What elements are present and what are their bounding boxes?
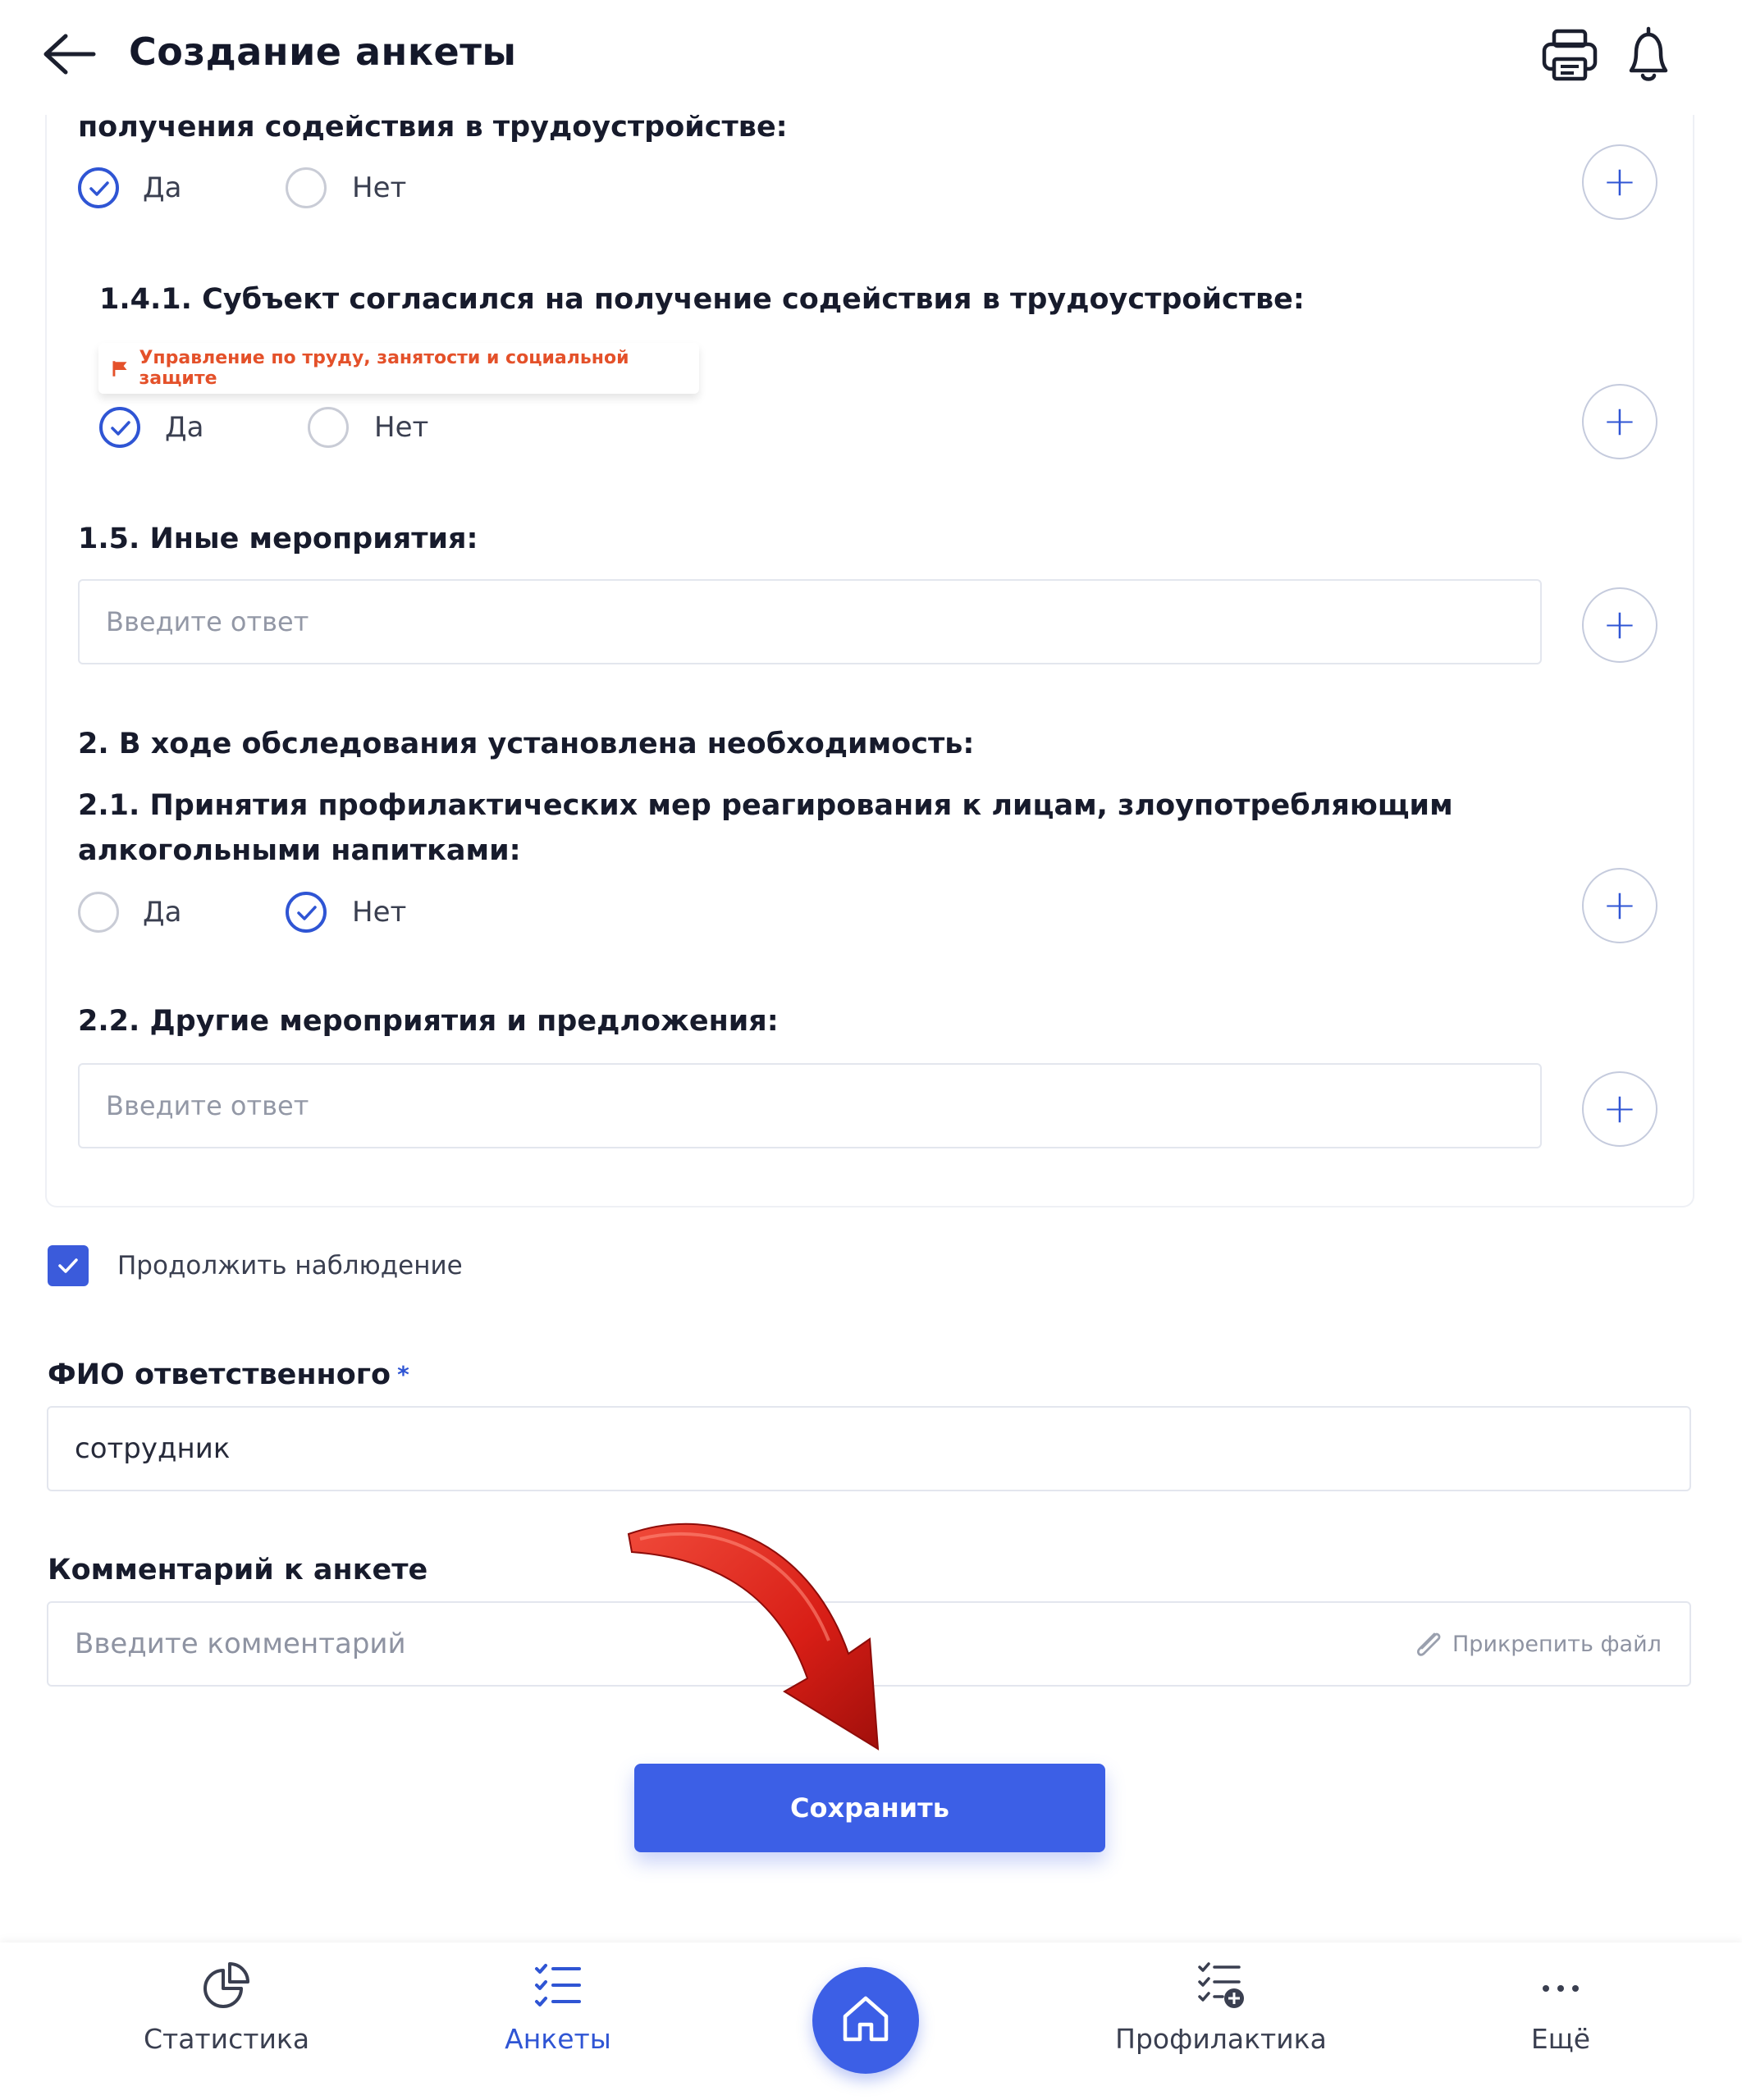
attach-file-label: Прикрепить файл: [1452, 1631, 1662, 1657]
radio-1-4-1-no[interactable]: [308, 407, 349, 448]
question-1-4-1-label: 1.4.1. Субъект согласился на получение с…: [99, 283, 1305, 316]
attach-file-button[interactable]: Прикрепить файл: [1410, 1619, 1662, 1669]
add-button-2-1[interactable]: +: [1582, 868, 1657, 943]
department-tag: Управление по труду, занятости и социаль…: [98, 343, 699, 394]
continue-observation-label: Продолжить наблюдение: [117, 1251, 463, 1281]
nav-label-statistics: Статистика: [143, 2023, 310, 2055]
save-button[interactable]: Сохранить: [634, 1764, 1105, 1852]
radio-1-4-yes[interactable]: [78, 167, 119, 208]
radio-1-4-no[interactable]: [286, 167, 327, 208]
flag-icon: [112, 361, 127, 377]
home-button[interactable]: [812, 1967, 919, 2074]
bell-icon[interactable]: [1618, 25, 1679, 85]
home-icon: [843, 1996, 889, 2042]
page-title: Создание анкеты: [129, 30, 517, 74]
nav-label-questionnaires: Анкеты: [505, 2023, 611, 2055]
question-2-2-label: 2.2. Другие мероприятия и предложения:: [78, 1005, 779, 1038]
required-mark: *: [397, 1361, 409, 1388]
radio-1-4-no-label: Нет: [352, 171, 407, 204]
question-2-1-label-line1: 2.1. Принятия профилактических мер реаги…: [78, 789, 1453, 822]
app-screen: Создание анкеты получения содействия в т…: [0, 0, 1742, 2100]
radio-1-4-1-yes-label: Да: [165, 411, 204, 444]
add-button-2-2[interactable]: +: [1582, 1071, 1657, 1147]
department-tag-text: Управление по труду, занятости и социаль…: [139, 348, 629, 389]
radio-2-1-yes[interactable]: [78, 892, 119, 933]
radio-2-1-no[interactable]: [286, 892, 327, 933]
answer-input-2-2[interactable]: [78, 1063, 1542, 1148]
answer-input-1-5[interactable]: [78, 579, 1542, 664]
nav-item-statistics[interactable]: Статистика: [103, 1959, 350, 2082]
back-arrow-icon[interactable]: [41, 31, 98, 77]
red-arrow-annotation: [627, 1522, 880, 1751]
add-button-1-5[interactable]: +: [1582, 587, 1657, 663]
more-dots-icon: [1543, 1985, 1579, 1992]
radio-1-4-1-no-label: Нет: [374, 411, 429, 444]
responsible-label: ФИО ответственного *: [48, 1354, 409, 1396]
nav-label-prevention: Профилактика: [1115, 2023, 1327, 2055]
nav-label-more: Ещё: [1530, 2023, 1591, 2055]
comment-label: Комментарий к анкете: [48, 1554, 428, 1586]
question-1-5-label: 1.5. Иные мероприятия:: [78, 523, 478, 555]
nav-item-prevention[interactable]: Профилактика: [1098, 1959, 1344, 2082]
paperclip-icon: [1416, 1632, 1441, 1656]
responsible-name-input[interactable]: [47, 1406, 1691, 1491]
checklist-icon: [535, 1964, 581, 2006]
continue-observation-checkbox[interactable]: [48, 1245, 89, 1286]
pie-chart-icon: [203, 1962, 249, 2008]
printer-icon[interactable]: [1539, 25, 1600, 85]
radio-2-1-yes-label: Да: [143, 896, 182, 929]
checklist-add-icon: [1198, 1962, 1244, 2008]
add-button-1-4[interactable]: +: [1582, 144, 1657, 220]
responsible-label-text: ФИО ответственного: [48, 1358, 391, 1391]
header: Создание анкеты: [0, 0, 1742, 115]
nav-item-questionnaires[interactable]: Анкеты: [435, 1959, 681, 2082]
radio-1-4-yes-label: Да: [143, 171, 182, 204]
add-button-1-4-1[interactable]: +: [1582, 384, 1657, 459]
question-2-1-label-line2: алкогольными напитками:: [78, 834, 521, 867]
question-2-label: 2. В ходе обследования установлена необх…: [78, 728, 975, 760]
radio-1-4-1-yes[interactable]: [99, 407, 140, 448]
radio-2-1-no-label: Нет: [352, 896, 407, 929]
nav-item-more[interactable]: Ещё: [1438, 1959, 1684, 2082]
